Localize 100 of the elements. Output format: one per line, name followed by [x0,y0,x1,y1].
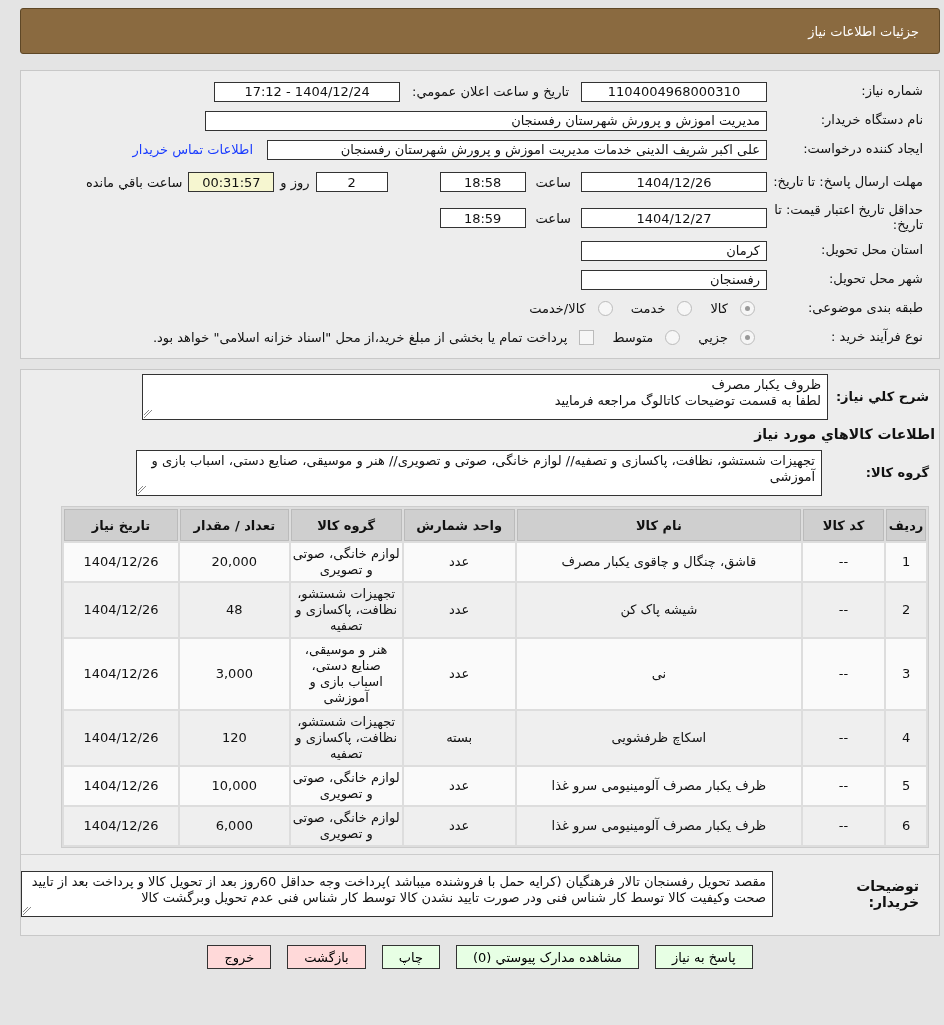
table-cell: 1 [886,543,926,581]
field-label: حداقل تاریخ اعتبار قیمت: تا تاریخ: [773,203,924,233]
table-cell: عدد [403,807,515,845]
text-field[interactable]: 2 [315,172,388,192]
page-header: جزئیات اطلاعات نیاز [20,8,940,54]
radio-button[interactable] [665,330,681,345]
table-cell: 120 [179,711,289,765]
table-cell: عدد [403,583,515,637]
column-header: تعداد / مقدار [179,509,289,541]
radio-label: جزيي [698,330,728,345]
table-cell: -- [803,767,885,805]
table-cell: -- [803,807,885,845]
field-label: طبقه بندی موضوعی: [806,301,924,316]
column-header: تاریخ نیاز [64,509,178,541]
table-cell: 1404/12/26 [64,807,178,845]
table-cell: اسکاچ ظرفشویی [516,711,801,765]
table-cell: 3 [886,639,926,709]
text-field[interactable]: مدیریت اموزش و پرورش شهرستان رفسنجان [205,110,767,131]
table-cell: بسته [403,711,515,765]
table-cell: هنر و موسیقی، صنایع دستی، اسباب بازی و آموزشی [290,639,402,709]
text-field[interactable]: 18:59 [439,208,526,228]
action-button[interactable]: چاپ [381,945,440,969]
table-cell: -- [803,543,885,581]
table-cell: 1404/12/26 [64,543,178,581]
table-cell: ظرف یکبار مصرف آلومینیومی سرو غذا [516,807,801,845]
table-cell: نی [516,639,801,709]
field-label: نام دستگاه خریدار: [819,113,924,128]
radio-label: کالا [710,301,728,316]
text-field[interactable]: 1104004968000310 [581,81,767,102]
field-label: ایجاد کننده درخواست: [802,142,924,157]
radio-label: متوسط [612,330,654,345]
table-cell: 1404/12/26 [64,767,178,805]
radio-button[interactable] [740,301,755,316]
radio-button[interactable] [597,301,613,316]
buyer-notes-box[interactable]: مقصد تحویل رفسنجان تالار فرهنگیان (کرایه حمل با فروشنده میباشد )پرداخت وجه حداقل 60روز بعد از تحویل کالا و پرداخت بعد از تایید صحت وکیفیت کالا توسط کار شناس فنی ودر صورت تایید نشدن کالا توسط کار شناس فنی عدم تحویل وبرگشت کالا [21,871,773,917]
table-cell: 6 [886,807,926,845]
text-field[interactable]: کرمان [581,240,767,261]
field-label: تاریخ و ساعت اعلان عمومي: [412,84,569,99]
table-cell: لوازم خانگی، صوتی و تصویری [290,807,402,845]
table-cell: عدد [403,639,515,709]
contact-link[interactable]: اطلاعات تماس خریدار [132,142,253,157]
text-field[interactable]: 1404/12/27 [581,208,767,228]
column-header: نام کالا [516,509,801,541]
text-field[interactable]: علی اکبر شریف الدینی خدمات مدیریت اموزش و پرورش شهرستان رفسنجان [267,139,767,160]
resize-grip-icon[interactable] [138,486,146,494]
checkbox[interactable] [579,330,595,345]
goods-group-box[interactable]: تجهیزات شستشو، نظافت، پاکسازی و تصفیه// لوازم خانگی، صوتی و تصویری// هنر و موسیقی، صنایع دستی، اسباب بازی و آموزشی [136,450,822,496]
resize-grip-icon[interactable] [144,410,152,418]
action-button[interactable]: خروج [207,945,272,969]
table-cell: 5 [886,767,926,805]
table-cell: 10,000 [179,767,289,805]
radio-button[interactable] [740,330,755,345]
text-field[interactable]: 18:58 [439,172,526,192]
table-cell: 48 [179,583,289,637]
table-cell: 6,000 [179,807,289,845]
table-cell: 1404/12/26 [64,583,178,637]
text-field[interactable]: 1404/12/26 [581,172,767,192]
table-cell: -- [803,711,885,765]
table-cell: 4 [886,711,926,765]
field-label: شرح کلي نیاز: [834,389,930,405]
field-label: گروه کالا: [864,465,930,481]
section-title: اطلاعات کالاهاي مورد نیاز [752,425,936,445]
table-cell: شیشه پاک کن [516,583,801,637]
table-cell: عدد [403,767,515,805]
table-cell: تجهیزات شستشو، نظافت، پاکسازی و تصفیه [290,711,402,765]
table-cell: عدد [403,543,515,581]
field-label: ساعت [535,210,571,226]
action-button[interactable]: بازگشت [287,945,366,969]
radio-button[interactable] [677,301,693,316]
column-header: کد کالا [803,509,885,541]
field-label: ساعت باقي مانده [85,174,183,190]
radio-label: کالا/خدمت [529,301,586,316]
table-cell: 3,000 [179,639,289,709]
table-cell: -- [803,583,885,637]
description-box[interactable]: ظروف یکبار مصرف لطفا به قسمت توضیحات کاتالوگ مراجعه فرمایید [142,374,828,420]
resize-grip-icon[interactable] [23,907,31,915]
column-header: گروه کالا [290,509,402,541]
table-cell: 20,000 [179,543,289,581]
table-cell: 2 [886,583,926,637]
table-cell: قاشق، چنگال و چاقوی یکبار مصرف [516,543,801,581]
column-header: واحد شمارش [403,509,515,541]
checkbox-label: پرداخت تمام یا بخشی از مبلغ خرید،از محل "اسناد خزانه اسلامی" خواهد بود. [152,330,568,345]
field-label: شهر محل تحویل: [827,272,924,287]
field-label: نوع فرآیند خرید : [830,330,924,345]
text-field[interactable]: 00:31:57 [188,172,275,192]
table-cell: -- [803,639,885,709]
text-field[interactable]: رفسنجان [581,269,767,290]
table-cell: 1404/12/26 [64,711,178,765]
action-button[interactable]: پاسخ به نیاز [655,945,753,969]
radio-label: خدمت [630,301,666,316]
field-label: روز و [280,174,310,190]
column-header: ردیف [886,509,926,541]
action-button[interactable]: مشاهده مدارک پیوستي (0) [456,945,640,969]
text-field[interactable]: 1404/12/24 - 17:12 [214,81,401,102]
table-cell: ظرف یکبار مصرف آلومینیومی سرو غذا [516,767,801,805]
field-label: توضیحات خریدار: [855,877,920,911]
field-label: شماره نیاز: [860,84,924,99]
table-cell: تجهیزات شستشو، نظافت، پاکسازی و تصفیه [290,583,402,637]
table-cell: لوازم خانگی، صوتی و تصویری [290,767,402,805]
field-label: ساعت [535,174,571,190]
